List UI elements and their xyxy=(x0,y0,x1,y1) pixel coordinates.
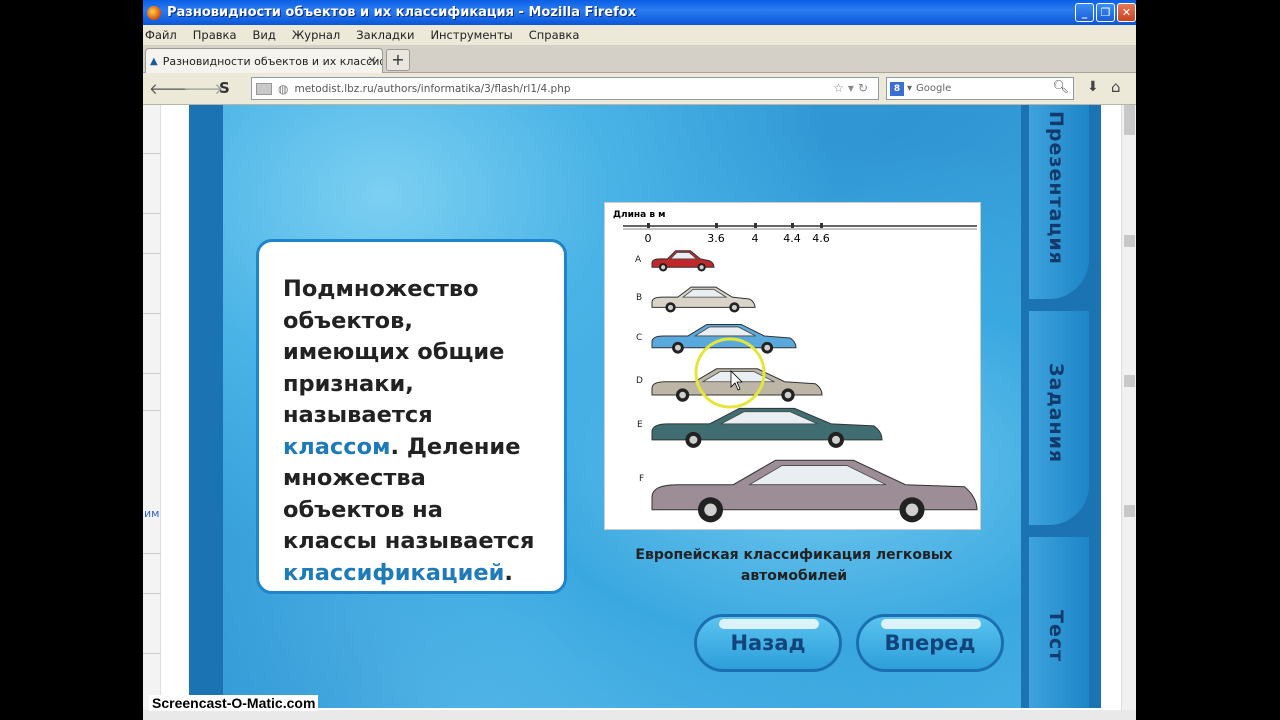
car-hubcap xyxy=(704,503,717,517)
definition-box: Подмножество объектов, имеющих общие при… xyxy=(256,239,567,594)
new-tab-button[interactable]: + xyxy=(386,49,410,71)
tab-tasks-label[interactable]: Задания xyxy=(1045,363,1067,463)
close-window-button[interactable]: ✕ xyxy=(1117,3,1136,22)
row-label-b: B xyxy=(636,293,642,303)
forward-arrow-icon[interactable]: 🡒 xyxy=(183,79,223,98)
term-classification: классификацией xyxy=(283,559,505,586)
car-hubcap xyxy=(679,391,686,399)
page-link-fragment[interactable]: им xyxy=(144,507,159,520)
tick-mark xyxy=(715,223,718,228)
tick-mark xyxy=(754,223,757,228)
tick-mark xyxy=(820,223,823,228)
menu-edit[interactable]: Правка xyxy=(193,28,237,42)
tab-label: Разновидности объектов и их классифик... xyxy=(162,54,382,68)
screencast-watermark: Screencast-O-Matic.com xyxy=(149,695,319,711)
tab-test-label[interactable]: Тест xyxy=(1045,610,1067,662)
navigation-bar: 🡐 🡒 S ◍ metodist.lbz.ru/authors/informat… xyxy=(143,73,1136,105)
car-classification-figure: Длина в м 0 3.6 4 4.4 4.6 A B C D E F xyxy=(604,202,981,530)
figure-caption: Европейская классификация легковых автом… xyxy=(635,547,953,584)
car-f xyxy=(651,459,978,523)
tick-label: 4.6 xyxy=(812,232,830,245)
menu-bookmarks[interactable]: Закладки xyxy=(356,28,414,42)
page-left-margin xyxy=(143,105,161,715)
tick-mark xyxy=(791,223,794,228)
row-label-d: D xyxy=(636,376,643,386)
menu-file[interactable]: Файл xyxy=(145,28,177,42)
minimize-button[interactable]: _ xyxy=(1075,3,1094,22)
site-identity-icon[interactable] xyxy=(256,82,272,95)
firefox-icon xyxy=(147,5,161,20)
menu-history[interactable]: Журнал xyxy=(292,28,340,42)
tab-bar: ▲ Разновидности объектов и их классифик.… xyxy=(143,45,1136,73)
car-hubcap xyxy=(699,265,704,270)
tick-label: 4 xyxy=(752,232,759,245)
car-hubcap xyxy=(764,344,771,351)
menu-view[interactable]: Вид xyxy=(253,28,276,42)
row-label-c: C xyxy=(636,333,642,343)
menu-help[interactable]: Справка xyxy=(529,28,580,42)
cars xyxy=(651,250,978,523)
car-classification-chart: Длина в м 0 3.6 4 4.4 4.6 A B C D E F xyxy=(613,210,978,523)
axis-title: Длина в м xyxy=(613,210,666,220)
menu-bar: Файл Правка Вид Журнал Закладки Инструме… xyxy=(143,25,1136,45)
tick-label: 3.6 xyxy=(707,232,725,245)
horizontal-scrollbar[interactable] xyxy=(143,710,1136,720)
search-input[interactable]: Google xyxy=(916,83,951,94)
row-label-e: E xyxy=(637,420,643,430)
download-icon[interactable]: ⬇ xyxy=(1087,79,1099,95)
car-b xyxy=(651,286,756,313)
definition-text: Подмножество объектов, имеющих общие при… xyxy=(283,276,535,586)
home-icon[interactable]: ⌂ xyxy=(1111,78,1121,96)
car-hubcap xyxy=(905,503,919,517)
browser-tab[interactable]: ▲ Разновидности объектов и их классифик.… xyxy=(145,48,383,73)
search-icon[interactable]: 🔍︎ xyxy=(1052,80,1069,95)
search-box[interactable]: 8 ▾ Google 🔍︎ xyxy=(886,77,1074,100)
tick-label: 0 xyxy=(645,232,652,245)
tick-label: 4.4 xyxy=(783,232,801,245)
row-labels: A B C D E F xyxy=(635,255,644,484)
browser-window: Разновидности объектов и их классификаци… xyxy=(143,0,1136,720)
stop-reload-icon[interactable]: S xyxy=(219,79,230,97)
row-label-f: F xyxy=(639,474,644,484)
forward-button[interactable]: Вперед xyxy=(856,614,1004,672)
side-navigation: Презентация Задания Тест xyxy=(1021,105,1101,708)
page-favicon-icon: ▲ xyxy=(150,55,158,67)
window-title: Разновидности объектов и их классификаци… xyxy=(167,5,637,20)
row-label-a: A xyxy=(635,255,642,265)
tick-mark xyxy=(647,223,650,228)
car-hubcap xyxy=(832,435,840,444)
car-hubcap xyxy=(667,304,674,310)
back-button-label: Назад xyxy=(730,631,806,655)
car-e xyxy=(651,407,883,448)
car-a xyxy=(651,250,715,272)
url-text[interactable]: metodist.lbz.ru/authors/informatika/3/fl… xyxy=(294,83,570,95)
globe-icon: ◍ xyxy=(278,81,289,96)
back-button[interactable]: Назад xyxy=(694,614,842,672)
flash-presentation: Презентация Задания Тест Подмножество об… xyxy=(189,105,1101,708)
term-class: классом xyxy=(283,433,391,460)
car-hubcap xyxy=(689,435,698,444)
google-icon[interactable]: 8 xyxy=(890,81,904,96)
maximize-button[interactable]: ❐ xyxy=(1096,3,1115,22)
tab-close-icon[interactable]: × xyxy=(367,53,377,67)
car-hubcap xyxy=(731,304,737,310)
forward-button-label: Вперед xyxy=(884,631,976,655)
title-bar: Разновидности объектов и их классификаци… xyxy=(143,0,1136,25)
menu-tools[interactable]: Инструменты xyxy=(430,28,512,42)
tab-presentation-label[interactable]: Презентация xyxy=(1045,111,1067,265)
car-hubcap xyxy=(674,344,681,351)
bookmark-star-icon[interactable]: ☆▾↻ xyxy=(833,81,872,95)
address-bar[interactable]: ◍ metodist.lbz.ru/authors/informatika/3/… xyxy=(251,77,879,100)
car-hubcap xyxy=(661,265,666,270)
vertical-scrollbar[interactable] xyxy=(1121,105,1136,715)
car-hubcap xyxy=(784,391,792,399)
